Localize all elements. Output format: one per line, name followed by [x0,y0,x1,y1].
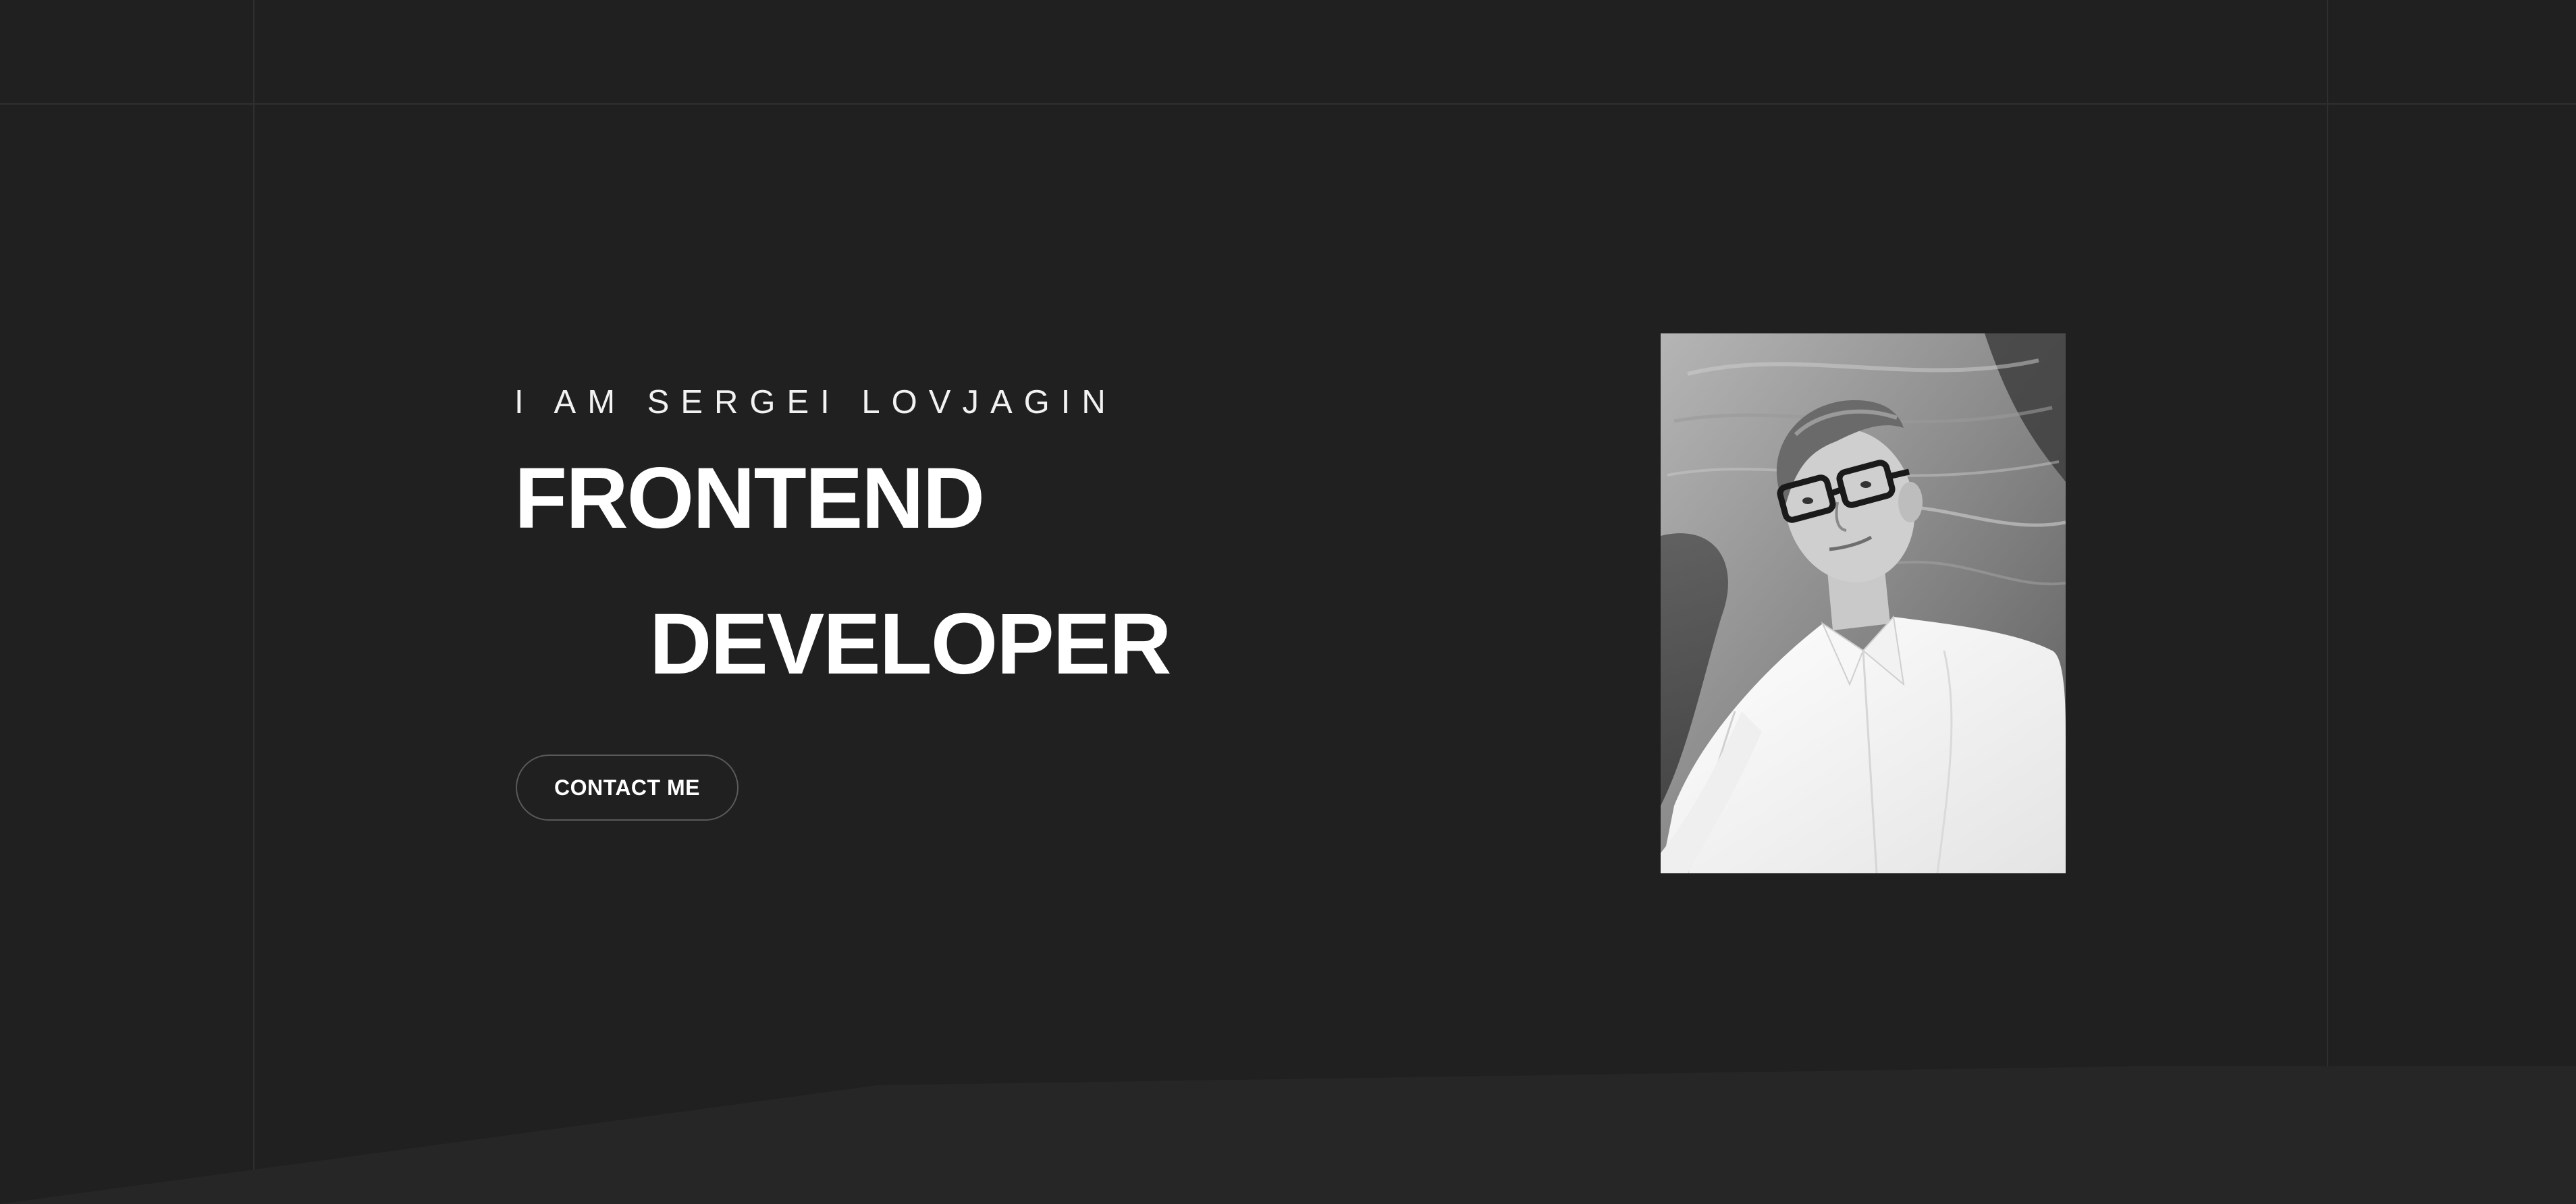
grid-line-horizontal [0,103,2576,105]
bottom-decorative-shape [0,1066,2576,1204]
portrait-illustration [1661,333,2066,873]
grid-line-left [253,0,254,1204]
contact-me-button[interactable]: CONTACT ME [516,755,739,821]
title-developer: DEVELOPER [649,596,1171,692]
intro-text: I AM SERGEI LOVJAGIN [514,384,1117,420]
portrait-photo [1661,333,2066,873]
hero-page: I AM SERGEI LOVJAGIN FRONTEND DEVELOPER … [0,0,2576,1204]
title-frontend: FRONTEND [514,450,985,547]
grid-line-right [2327,0,2328,1204]
